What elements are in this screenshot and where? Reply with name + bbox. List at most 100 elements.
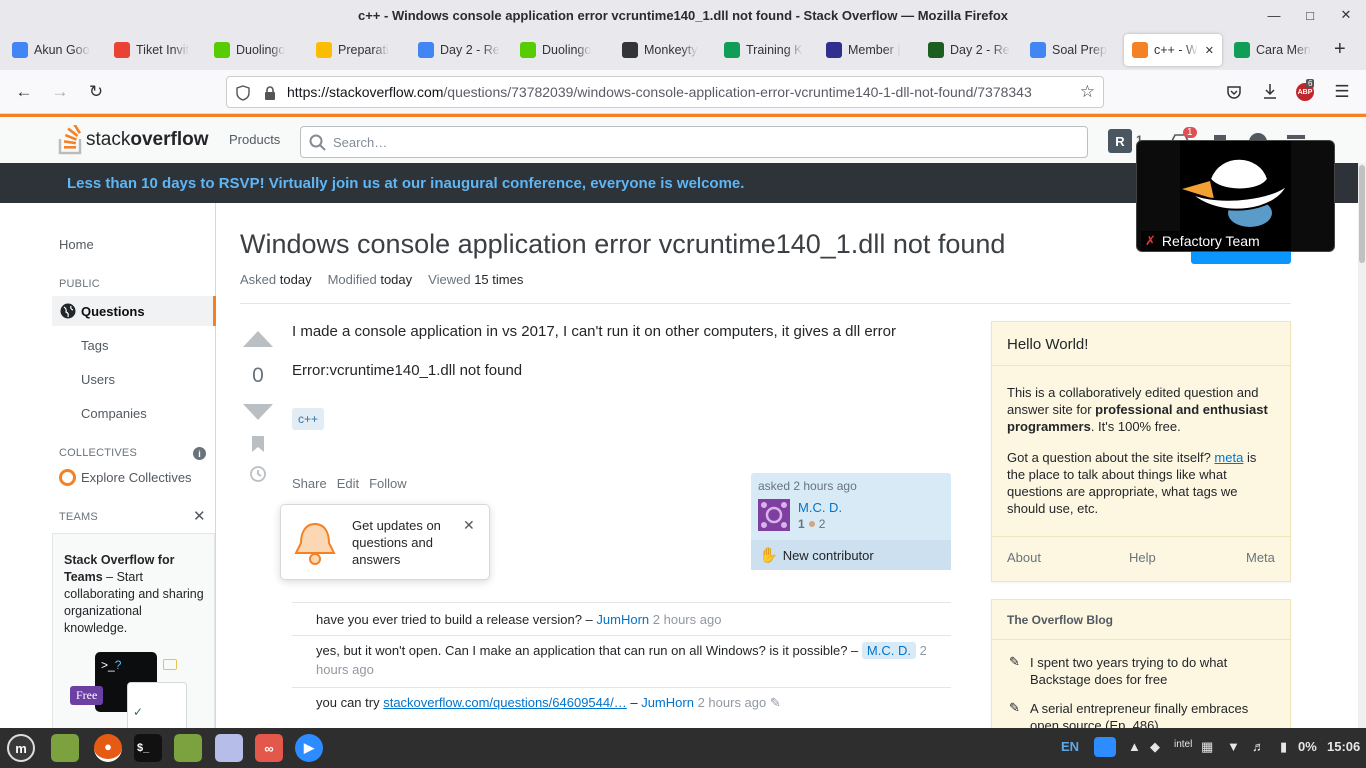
clock[interactable]: 15:06	[1327, 739, 1360, 754]
mint-menu-icon[interactable]: m	[7, 734, 35, 762]
nav-tags[interactable]: Tags	[81, 338, 108, 353]
modified-value[interactable]: today	[380, 272, 412, 287]
url-path: /questions/73782039/windows-console-appl…	[443, 84, 1032, 100]
comment-user[interactable]: JumHorn	[596, 612, 649, 627]
so-logo[interactable]: stack overflow	[58, 125, 208, 155]
popover-close-icon[interactable]: ✕	[463, 517, 475, 534]
stackoverflow-logo-icon	[58, 125, 82, 155]
blog-item[interactable]: I spent two years trying to do what Back…	[1030, 654, 1270, 688]
bookmark-icon[interactable]	[251, 435, 265, 453]
terminal-icon[interactable]: $_	[134, 734, 162, 762]
question-title[interactable]: Windows console application error vcrunt…	[240, 229, 1005, 260]
history-icon[interactable]	[249, 465, 267, 483]
nav-questions-label: Questions	[81, 303, 145, 319]
forward-arrow-icon[interactable]: →	[48, 80, 72, 104]
folder-icon[interactable]	[174, 734, 202, 762]
intel-icon[interactable]: intel	[1174, 739, 1192, 750]
browser-tab[interactable]: c++ - W ✕	[1124, 34, 1222, 66]
edit-link[interactable]: Edit	[337, 476, 359, 491]
nav-questions[interactable]: Questions	[52, 296, 216, 326]
scrollbar-thumb[interactable]	[1359, 165, 1365, 263]
upvote-icon[interactable]	[242, 330, 274, 348]
zoom-icon[interactable]: ▶	[295, 734, 323, 762]
author-name[interactable]: M.C. D.	[798, 500, 842, 515]
files-icon[interactable]	[51, 734, 79, 762]
url-bar[interactable]: https://stackoverflow.com/questions/7378…	[226, 76, 1104, 108]
scrollbar[interactable]	[1358, 163, 1366, 728]
overflow-blog-box: The Overflow Blog ✎ I spent two years tr…	[991, 599, 1291, 739]
author-rep: 1	[798, 517, 805, 531]
close-icon[interactable]: ✕	[1336, 6, 1356, 24]
avatar[interactable]: R	[1108, 129, 1132, 153]
tab-label: Tiket Invit	[136, 43, 190, 57]
back-arrow-icon[interactable]: ←	[12, 80, 36, 104]
help-link[interactable]: Help	[1129, 550, 1156, 565]
pocket-icon[interactable]	[1226, 84, 1242, 100]
browser-tab[interactable]: Preparati	[308, 34, 406, 66]
share-link[interactable]: Share	[292, 476, 327, 491]
nav-home[interactable]: Home	[59, 237, 94, 252]
text-editor-icon[interactable]	[215, 734, 243, 762]
nav-explore-collectives[interactable]: Explore Collectives	[81, 470, 192, 485]
comment-text: yes, but it won't open. Can I make an ap…	[316, 643, 862, 658]
meta-link[interactable]: meta	[1214, 450, 1243, 465]
nav-collectives-header: COLLECTIVES	[59, 447, 138, 459]
wifi-icon[interactable]: ▼	[1227, 739, 1240, 754]
browser-tab[interactable]: Monkeyty	[614, 34, 712, 66]
author-avatar[interactable]	[758, 499, 790, 531]
new-tab-icon[interactable]: +	[1334, 38, 1346, 61]
search-input[interactable]: Search…	[300, 126, 1088, 158]
browser-tab[interactable]: Akun Goo	[4, 34, 102, 66]
video-call-overlay[interactable]: ✗ Refactory Team	[1136, 140, 1335, 252]
lock-icon[interactable]	[263, 85, 277, 101]
volume-icon[interactable]: ♬	[1252, 739, 1265, 754]
battery-icon[interactable]: ▮	[1280, 739, 1287, 755]
info-icon[interactable]: i	[193, 447, 206, 460]
browser-tab[interactable]: Duolingo	[206, 34, 304, 66]
browser-tab[interactable]: Soal Prep	[1022, 34, 1120, 66]
meta-footer-link[interactable]: Meta	[1246, 550, 1275, 565]
about-link[interactable]: About	[1007, 550, 1041, 565]
comment-time[interactable]: 2 hours ago	[698, 695, 767, 710]
firefox-icon[interactable]: ●	[94, 734, 122, 762]
hamburger-menu-icon[interactable]: ☰	[1330, 80, 1354, 104]
bookmark-star-icon[interactable]: ☆	[1080, 82, 1095, 102]
bronze-badge-icon	[808, 521, 815, 527]
nav-companies[interactable]: Companies	[81, 406, 147, 421]
follow-link[interactable]: Follow	[369, 476, 407, 491]
zoom-tray-icon[interactable]	[1094, 737, 1116, 757]
browser-tab[interactable]: Duolingo	[512, 34, 610, 66]
reload-icon[interactable]: ↻	[84, 80, 108, 104]
nav-users[interactable]: Users	[81, 372, 115, 387]
new-contributor-banner[interactable]: ✋ New contributor	[751, 540, 951, 570]
shield-icon[interactable]	[235, 85, 251, 101]
products-link[interactable]: Products	[229, 132, 280, 147]
browser-tab[interactable]: Member |	[818, 34, 916, 66]
downloads-icon[interactable]	[1262, 83, 1278, 101]
browser-tab[interactable]: Day 2 - Re	[920, 34, 1018, 66]
bluetooth-icon[interactable]: ▲	[1128, 739, 1141, 754]
glasses-app-icon[interactable]: ∞	[255, 734, 283, 762]
comment-link[interactable]: stackoverflow.com/questions/64609544/…	[383, 695, 627, 710]
browser-tab[interactable]: Training K	[716, 34, 814, 66]
edit-pencil-icon[interactable]: ✎	[770, 695, 781, 710]
maximize-icon[interactable]: □	[1300, 6, 1320, 24]
participant-name: Refactory Team	[1161, 233, 1260, 249]
clipboard-icon[interactable]: ▦	[1201, 739, 1213, 755]
chat-bubble-icon	[163, 659, 177, 670]
comment-user[interactable]: M.C. D.	[861, 642, 916, 659]
browser-tab[interactable]: Cara Men	[1226, 34, 1326, 66]
comment-text: have you ever tried to build a release v…	[316, 612, 597, 627]
comment-user[interactable]: JumHorn	[641, 695, 694, 710]
browser-tab[interactable]: Tiket Invit	[106, 34, 202, 66]
downvote-icon[interactable]	[242, 403, 274, 421]
browser-tab[interactable]: Day 2 - Re	[410, 34, 508, 66]
banner-text[interactable]: Less than 10 days to RSVP! Virtually joi…	[67, 175, 744, 192]
teams-close-icon[interactable]: ✕	[193, 507, 206, 525]
tag-cpp[interactable]: c++	[292, 408, 325, 430]
security-shield-icon[interactable]: ◆	[1150, 739, 1160, 755]
tab-close-icon[interactable]: ✕	[1205, 44, 1214, 57]
minimize-icon[interactable]: —	[1264, 6, 1284, 24]
comment-time[interactable]: 2 hours ago	[653, 612, 722, 627]
keyboard-language[interactable]: EN	[1061, 739, 1079, 754]
